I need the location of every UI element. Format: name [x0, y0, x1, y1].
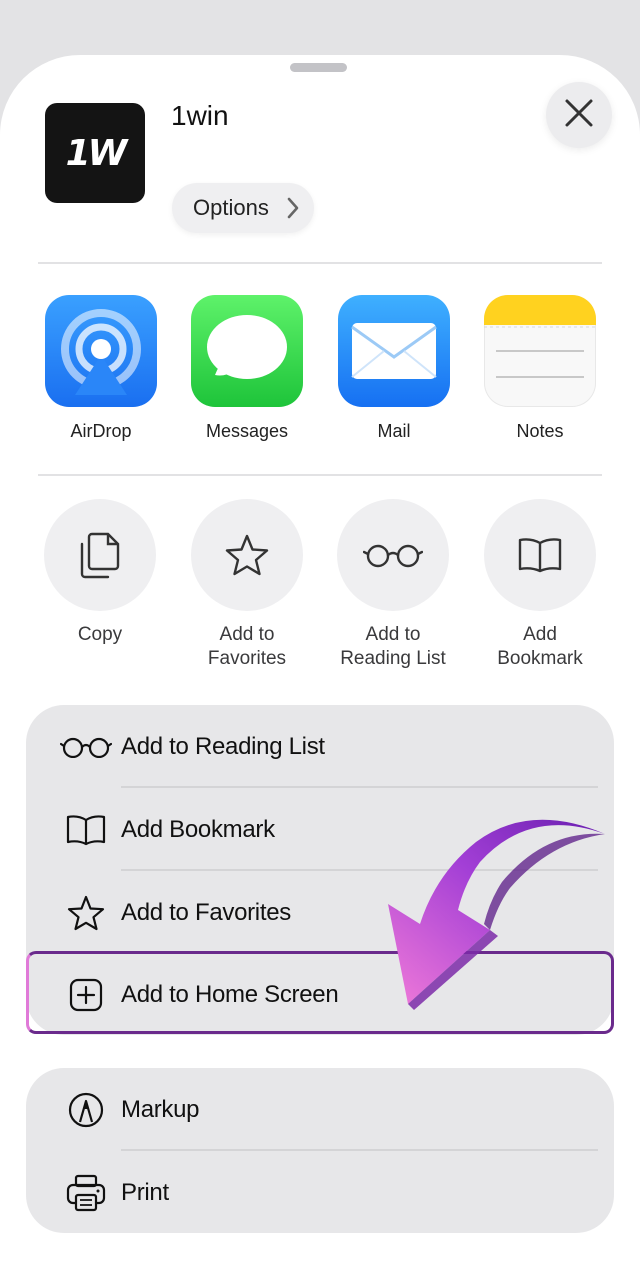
- share-app-messages[interactable]: Messages: [191, 295, 303, 442]
- close-button[interactable]: [546, 82, 612, 148]
- share-app-notes[interactable]: Notes: [484, 295, 596, 442]
- sheet-grabber[interactable]: [290, 63, 347, 72]
- book-icon: [60, 788, 112, 871]
- star-icon: [60, 871, 112, 954]
- mail-icon: [338, 295, 450, 407]
- action-label: Add to Reading List: [340, 624, 446, 669]
- copy-icon: [44, 499, 156, 611]
- action-copy[interactable]: Copy: [35, 499, 165, 647]
- action-label: Add Bookmark: [497, 624, 583, 669]
- share-app-airdrop[interactable]: AirDrop: [45, 295, 157, 442]
- list-item-label: Add Bookmark: [121, 815, 275, 843]
- glasses-icon: [337, 499, 449, 611]
- close-icon: [564, 98, 594, 133]
- action-add-bookmark[interactable]: Add Bookmark: [475, 499, 605, 671]
- share-app-label: AirDrop: [70, 421, 132, 441]
- action-add-to-favorites[interactable]: Add to Favorites: [182, 499, 312, 671]
- options-label: Options: [193, 195, 269, 220]
- action-label: Copy: [77, 624, 123, 645]
- star-icon: [191, 499, 303, 611]
- options-button[interactable]: Options: [172, 183, 314, 233]
- action-label: Add to Favorites: [207, 624, 287, 669]
- list-item-add-to-home-screen[interactable]: Add to Home Screen: [26, 953, 614, 1036]
- printer-icon: [60, 1151, 112, 1234]
- messages-icon: [191, 295, 303, 407]
- notes-icon: [484, 295, 596, 407]
- list-item-label: Add to Favorites: [121, 898, 291, 926]
- markup-icon: [60, 1068, 112, 1151]
- share-app-mail[interactable]: Mail: [338, 295, 450, 442]
- divider: [38, 474, 602, 476]
- list-item-label: Markup: [121, 1095, 200, 1123]
- share-app-label: Notes: [516, 421, 564, 441]
- app-logo-text: 1W: [65, 132, 128, 174]
- airdrop-icon: [45, 295, 157, 407]
- list-item-add-bookmark[interactable]: Add Bookmark: [26, 788, 614, 871]
- list-item-label: Add to Home Screen: [121, 980, 339, 1008]
- glasses-icon: [60, 705, 112, 788]
- book-icon: [484, 499, 596, 611]
- list-item-label: Print: [121, 1178, 169, 1206]
- list-item-add-to-favorites[interactable]: Add to Favorites: [26, 871, 614, 954]
- divider: [38, 262, 602, 264]
- list-item-markup[interactable]: Markup: [26, 1068, 614, 1151]
- list-item-add-to-reading-list[interactable]: Add to Reading List: [26, 705, 614, 788]
- share-app-label: Mail: [377, 421, 411, 441]
- action-add-to-reading-list[interactable]: Add to Reading List: [328, 499, 458, 671]
- app-logo: 1W: [45, 103, 145, 203]
- markup-print-group: Markup Print: [26, 1068, 614, 1233]
- chevron-right-icon: [286, 196, 300, 226]
- list-item-label: Add to Reading List: [121, 732, 325, 760]
- list-item-print[interactable]: Print: [26, 1151, 614, 1234]
- share-app-label: Messages: [205, 421, 289, 441]
- actions-list-group: Add to Reading List Add Bookmark Add to …: [26, 705, 614, 1035]
- plus-square-icon: [60, 953, 112, 1036]
- app-title: 1win: [171, 100, 229, 131]
